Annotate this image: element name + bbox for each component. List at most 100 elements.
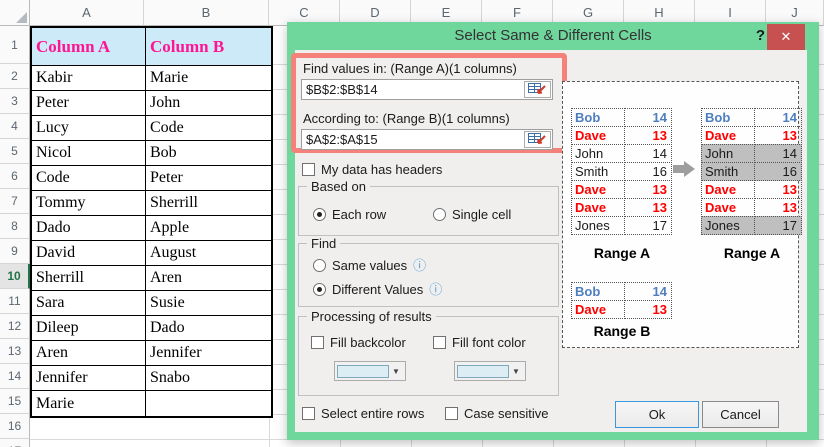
table-row: Tommy Sherrill bbox=[32, 191, 271, 216]
cell[interactable]: Marie bbox=[146, 66, 271, 91]
select-all-corner[interactable] bbox=[0, 0, 30, 26]
right-arrow-icon bbox=[673, 161, 695, 177]
cell[interactable]: Column B bbox=[146, 28, 271, 66]
cell[interactable]: David bbox=[32, 241, 146, 266]
checkbox-box[interactable] bbox=[302, 407, 315, 420]
cell[interactable]: Susie bbox=[146, 291, 271, 316]
row-header-5[interactable]: 5 bbox=[0, 139, 30, 164]
cell[interactable]: Lucy bbox=[32, 116, 146, 141]
single-cell-radio[interactable]: Single cell bbox=[433, 207, 511, 222]
cell[interactable]: Bob bbox=[146, 141, 271, 166]
table-row: Marie bbox=[32, 391, 271, 416]
cell[interactable]: Jennifer bbox=[32, 366, 146, 391]
cell[interactable]: Tommy bbox=[32, 191, 146, 216]
cell[interactable] bbox=[146, 391, 271, 416]
row-header-8[interactable]: 8 bbox=[0, 214, 30, 239]
illustration-value-cell: 13 bbox=[624, 126, 672, 145]
fill-backcolor-checkbox[interactable]: Fill backcolor bbox=[311, 335, 406, 350]
row-header-14[interactable]: 14 bbox=[0, 364, 30, 389]
cell[interactable]: Code bbox=[146, 116, 271, 141]
backcolor-dropdown[interactable]: ▼ bbox=[334, 361, 406, 381]
cell[interactable]: Jennifer bbox=[146, 341, 271, 366]
cell[interactable]: Apple bbox=[146, 216, 271, 241]
range-picker-icon[interactable] bbox=[524, 131, 551, 148]
cell[interactable]: John bbox=[146, 91, 271, 116]
row-header-9[interactable]: 9 bbox=[0, 239, 30, 264]
each-row-radio[interactable]: Each row bbox=[313, 207, 386, 222]
column-header-b[interactable]: B bbox=[144, 0, 269, 26]
according-to-input-wrap bbox=[301, 129, 553, 150]
different-values-radio[interactable]: Different Values ⓘ bbox=[313, 282, 442, 297]
cell[interactable]: Peter bbox=[146, 166, 271, 191]
case-sensitive-checkbox[interactable]: Case sensitive bbox=[445, 406, 549, 421]
select-all-triangle-icon bbox=[16, 12, 27, 23]
color-swatch bbox=[337, 364, 389, 378]
row-header-1[interactable]: 1 bbox=[0, 26, 30, 64]
radio-button[interactable] bbox=[313, 283, 326, 296]
cell[interactable]: Aren bbox=[32, 341, 146, 366]
find-legend: Find bbox=[307, 236, 341, 251]
help-icon[interactable]: ? bbox=[756, 27, 765, 44]
row-header-10[interactable]: 10 bbox=[0, 264, 30, 289]
checkbox-box[interactable] bbox=[302, 163, 315, 176]
close-icon[interactable]: ✕ bbox=[767, 24, 805, 50]
row-header-4[interactable]: 4 bbox=[0, 114, 30, 139]
ok-button[interactable]: Ok bbox=[615, 401, 699, 428]
row-header-3[interactable]: 3 bbox=[0, 89, 30, 114]
fill-font-color-checkbox[interactable]: Fill font color bbox=[433, 335, 526, 350]
select-entire-rows-checkbox[interactable]: Select entire rows bbox=[302, 406, 424, 421]
row-header-15[interactable]: 15 bbox=[0, 389, 30, 414]
row-header-12[interactable]: 12 bbox=[0, 314, 30, 339]
my-data-has-headers-checkbox[interactable]: My data has headers bbox=[302, 162, 442, 177]
cell[interactable]: Aren bbox=[146, 266, 271, 291]
checkbox-box[interactable] bbox=[311, 336, 324, 349]
range-a-label: Range A bbox=[593, 245, 651, 261]
cell[interactable]: Nicol bbox=[32, 141, 146, 166]
cell[interactable]: Kabir bbox=[32, 66, 146, 91]
cell[interactable]: Code bbox=[32, 166, 146, 191]
radio-button[interactable] bbox=[313, 259, 326, 272]
table-row: Sara Susie bbox=[32, 291, 271, 316]
chevron-down-icon: ▼ bbox=[512, 366, 520, 376]
find-values-input[interactable] bbox=[302, 80, 552, 99]
illustration-name-cell: Jones bbox=[701, 216, 755, 235]
illustration-value-cell: 14 bbox=[624, 144, 672, 163]
info-icon[interactable]: ⓘ bbox=[413, 259, 426, 272]
info-icon[interactable]: ⓘ bbox=[429, 283, 442, 296]
row-header-6[interactable]: 6 bbox=[0, 164, 30, 189]
row-header-11[interactable]: 11 bbox=[0, 289, 30, 314]
radio-button[interactable] bbox=[313, 208, 326, 221]
cell[interactable]: Sherrill bbox=[32, 266, 146, 291]
cell[interactable]: August bbox=[146, 241, 271, 266]
column-header-a[interactable]: A bbox=[30, 0, 144, 26]
cell[interactable]: Dado bbox=[146, 316, 271, 341]
cell[interactable]: Snabo bbox=[146, 366, 271, 391]
row-header-17[interactable]: 17 bbox=[0, 439, 30, 447]
illustration-row: Bob 14 bbox=[571, 108, 673, 127]
cell[interactable]: Dileep bbox=[32, 316, 146, 341]
cell[interactable]: Dado bbox=[32, 216, 146, 241]
according-to-input[interactable] bbox=[302, 130, 552, 149]
row-header-16[interactable]: 16 bbox=[0, 414, 30, 439]
same-values-radio[interactable]: Same values ⓘ bbox=[313, 258, 426, 273]
processing-legend: Processing of results bbox=[307, 309, 436, 324]
illustration-value-cell: 13 bbox=[624, 198, 672, 217]
range-picker-icon[interactable] bbox=[524, 81, 551, 98]
dialog-body: Find values in: (Range A)(1 columns) Acc… bbox=[291, 50, 807, 432]
cell[interactable]: Column A bbox=[32, 28, 146, 66]
radio-button[interactable] bbox=[433, 208, 446, 221]
cell[interactable]: Peter bbox=[32, 91, 146, 116]
illustration-row: Dave 13 bbox=[701, 180, 803, 199]
checkbox-box[interactable] bbox=[433, 336, 446, 349]
row-header-13[interactable]: 13 bbox=[0, 339, 30, 364]
checkbox-box[interactable] bbox=[445, 407, 458, 420]
row-header-2[interactable]: 2 bbox=[0, 64, 30, 89]
illustration-panel: Bob 14 Dave 13 John 14 Smith 16 Dave 13 Dave 13 Jone… bbox=[562, 81, 802, 348]
cancel-button[interactable]: Cancel bbox=[702, 401, 779, 428]
fontcolor-dropdown[interactable]: ▼ bbox=[454, 361, 526, 381]
cell[interactable]: Sherrill bbox=[146, 191, 271, 216]
row-header-7[interactable]: 7 bbox=[0, 189, 30, 214]
cell[interactable]: Sara bbox=[32, 291, 146, 316]
table-row: Code Peter bbox=[32, 166, 271, 191]
cell[interactable]: Marie bbox=[32, 391, 146, 416]
